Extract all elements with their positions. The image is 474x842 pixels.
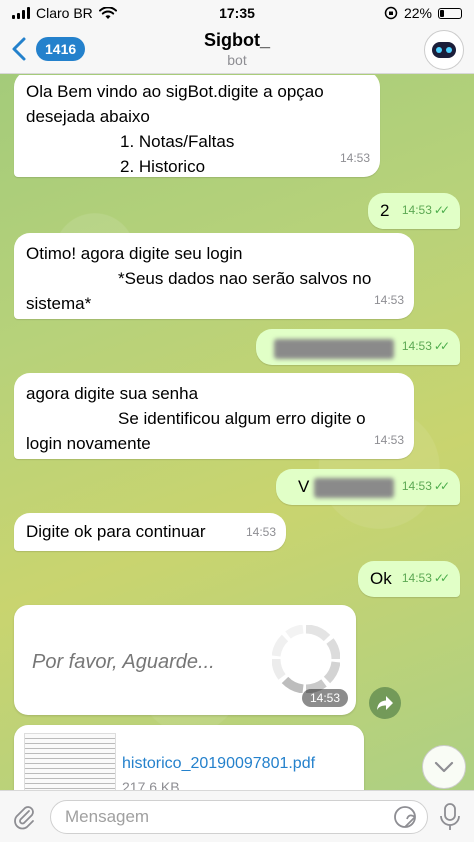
message-text: 2. Historico bbox=[120, 157, 206, 176]
sticker-icon[interactable] bbox=[393, 805, 417, 829]
message-text: 1. Notas/Faltas bbox=[120, 132, 235, 151]
composer-bar bbox=[0, 790, 474, 842]
message-text: agora digite sua senha bbox=[26, 384, 199, 403]
chat-header: 1416 Sigbot_ bot bbox=[0, 26, 474, 74]
message-text: sistema* bbox=[26, 294, 92, 313]
status-right: 22% bbox=[384, 5, 462, 21]
read-ticks-icon: ✓✓ bbox=[433, 479, 450, 493]
message-outgoing[interactable]: V 14:53 ✓✓ bbox=[276, 469, 460, 505]
signal-icon bbox=[12, 7, 30, 19]
message-incoming[interactable]: agora digite sua senha Se identificou al… bbox=[14, 373, 414, 459]
read-ticks-icon: ✓✓ bbox=[433, 339, 450, 353]
read-ticks-icon: ✓✓ bbox=[433, 571, 450, 585]
message-text: 2 bbox=[380, 201, 390, 220]
chat-subtitle: bot bbox=[227, 52, 247, 68]
message-time: 14:53 bbox=[245, 525, 276, 539]
orientation-lock-icon bbox=[384, 6, 398, 20]
message-incoming[interactable]: Digite ok para continuar 14:53 bbox=[14, 513, 286, 551]
message-text: Otimo! agora digite seu login bbox=[26, 244, 243, 263]
file-size: 217.6 KB bbox=[122, 779, 180, 790]
wifi-icon bbox=[98, 6, 117, 19]
redacted-text bbox=[274, 338, 394, 359]
pdf-thumbnail[interactable] bbox=[24, 733, 116, 790]
message-incoming[interactable]: Ola Bem vindo ao sigBot.digite a opçao d… bbox=[14, 75, 380, 177]
message-list[interactable]: Ola Bem vindo ao sigBot.digite a opçao d… bbox=[0, 75, 474, 790]
forward-button[interactable] bbox=[369, 687, 401, 719]
clock: 17:35 bbox=[219, 5, 255, 21]
message-text: Se identificou algum erro digite o bbox=[118, 409, 366, 428]
read-ticks-icon: ✓✓ bbox=[433, 203, 450, 217]
loading-spinner-icon bbox=[272, 625, 340, 693]
microphone-icon[interactable] bbox=[436, 802, 464, 832]
message-text: Ok bbox=[370, 569, 392, 588]
robot-icon bbox=[432, 42, 456, 58]
file-name-link[interactable]: historico_20190097801.pdf bbox=[122, 755, 315, 773]
message-time: 14:53 ✓✓ bbox=[402, 566, 450, 591]
message-input[interactable] bbox=[50, 800, 428, 834]
message-outgoing-redacted[interactable]: 14:53 ✓✓ bbox=[256, 329, 460, 365]
message-time: 14:53 ✓✓ bbox=[402, 474, 450, 499]
message-time: 14:53 bbox=[301, 689, 348, 707]
message-text: login novamente bbox=[26, 434, 151, 453]
status-left: Claro BR bbox=[12, 5, 117, 21]
message-text: Ola Bem vindo ao sigBot.digite a opçao bbox=[26, 82, 324, 101]
message-time: 14:53 ✓✓ bbox=[402, 198, 450, 223]
message-text: *Seus dados nao serão salvos no bbox=[118, 269, 372, 288]
media-message-loading[interactable]: Por favor, Aguarde... 14:53 bbox=[14, 605, 356, 715]
forward-arrow-icon bbox=[377, 696, 393, 710]
message-time: 14:53 bbox=[339, 151, 370, 165]
message-time: 14:53 ✓✓ bbox=[402, 334, 450, 359]
message-time: 14:53 bbox=[373, 433, 404, 447]
message-incoming[interactable]: Otimo! agora digite seu login *Seus dado… bbox=[14, 233, 414, 319]
message-text: V bbox=[298, 477, 310, 496]
chat-title: Sigbot_ bbox=[204, 30, 270, 50]
battery-percent: 22% bbox=[403, 5, 432, 21]
scroll-to-bottom-button[interactable] bbox=[422, 745, 466, 789]
message-time: 14:53 bbox=[373, 293, 404, 307]
message-outgoing[interactable]: Ok 14:53 ✓✓ bbox=[358, 561, 460, 597]
chevron-down-icon bbox=[434, 761, 454, 773]
paperclip-icon[interactable] bbox=[10, 802, 38, 830]
battery-icon bbox=[438, 7, 462, 19]
bot-avatar[interactable] bbox=[424, 30, 464, 70]
carrier-label: Claro BR bbox=[36, 5, 93, 21]
message-text: Digite ok para continuar bbox=[26, 522, 206, 541]
chat-title-area[interactable]: Sigbot_ bot bbox=[0, 30, 474, 68]
document-message[interactable]: historico_20190097801.pdf 217.6 KB bbox=[14, 725, 364, 790]
status-bar: Claro BR 17:35 22% bbox=[0, 0, 474, 26]
message-text: desejada abaixo bbox=[26, 107, 150, 126]
loading-text: Por favor, Aguarde... bbox=[32, 651, 215, 673]
redacted-text bbox=[314, 477, 395, 498]
message-outgoing[interactable]: 2 14:53 ✓✓ bbox=[368, 193, 460, 229]
